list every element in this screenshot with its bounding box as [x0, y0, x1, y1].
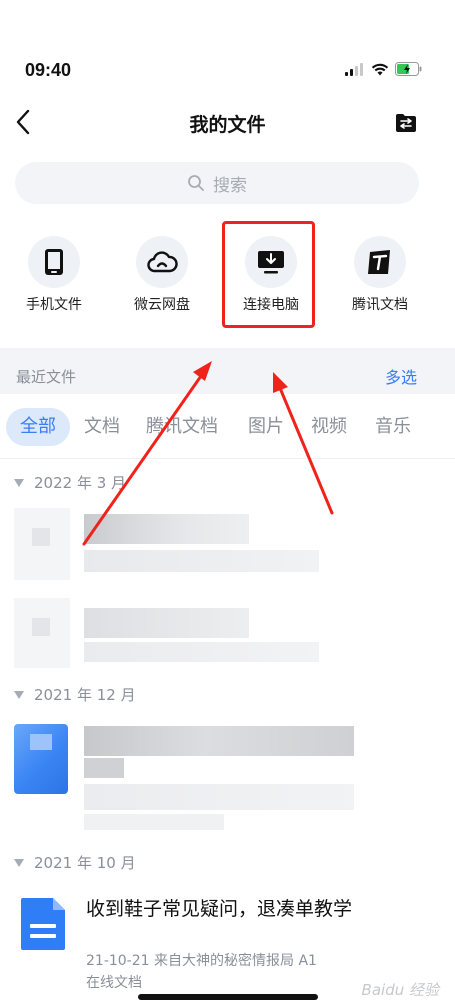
quick-weiyun[interactable]: 微云网盘 — [112, 236, 212, 314]
page-title: 我的文件 — [189, 114, 266, 136]
quick-label: 手机文件 — [26, 297, 82, 313]
multi-select-button[interactable]: 多选 — [385, 364, 417, 388]
quick-label: 腾讯文档 — [352, 297, 408, 313]
group-label: 2021 年 12 月 — [34, 686, 136, 704]
collapse-triangle-icon — [14, 858, 24, 867]
list-item[interactable] — [0, 598, 455, 668]
phone-icon — [45, 249, 63, 275]
group-header: 2021 年 12 月 — [14, 684, 136, 705]
group-header: 2021 年 10 月 — [14, 852, 136, 873]
status-bar: 09:40 — [0, 0, 455, 100]
file-meta: 21-10-21 来自大神的秘密情报局 A1 — [86, 953, 317, 969]
highlight-box — [222, 221, 315, 328]
file-title: 收到鞋子常见疑问，退凑单教学 — [86, 898, 353, 920]
quick-phone-files[interactable]: 手机文件 — [4, 236, 104, 314]
tab-music[interactable]: 音乐 — [375, 408, 411, 446]
status-icons — [345, 62, 423, 76]
search-icon — [188, 175, 204, 191]
tab-images[interactable]: 图片 — [248, 408, 284, 446]
tab-videos[interactable]: 视频 — [311, 408, 347, 446]
battery-charging-icon — [395, 62, 422, 76]
tab-all[interactable]: 全部 — [6, 408, 70, 446]
tab-tencent-docs[interactable]: 腾讯文档 — [146, 408, 218, 446]
collapse-triangle-icon — [14, 690, 24, 699]
quick-label: 微云网盘 — [134, 297, 190, 313]
search-placeholder: 搜索 — [213, 175, 247, 196]
signal-icon — [345, 62, 363, 76]
group-label: 2021 年 10 月 — [34, 854, 136, 872]
quick-tencent-docs[interactable]: 腾讯文档 — [330, 236, 430, 314]
tab-documents[interactable]: 文档 — [84, 408, 120, 446]
group-header: 2022 年 3 月 — [14, 472, 126, 493]
divider — [0, 458, 455, 459]
recent-files-title: 最近文件 — [16, 368, 77, 386]
recent-files-header: 最近文件 多选 — [0, 348, 455, 394]
watermark: Baidu 经验 — [361, 981, 439, 999]
group-label: 2022 年 3 月 — [34, 474, 127, 492]
tencent-docs-icon — [368, 250, 390, 274]
list-item[interactable] — [0, 508, 455, 580]
home-indicator — [138, 994, 318, 1000]
status-time: 09:40 — [25, 60, 72, 80]
cloud-icon — [147, 251, 178, 273]
collapse-triangle-icon — [14, 478, 24, 487]
wifi-icon — [371, 63, 389, 75]
folder-switch-icon[interactable] — [395, 112, 417, 134]
file-type: 在线文档 — [86, 975, 142, 991]
list-item[interactable] — [0, 722, 455, 834]
filter-tabs: 全部 文档 腾讯文档 图片 视频 音乐 — [0, 404, 455, 446]
document-icon — [21, 898, 65, 950]
nav-bar: 我的文件 — [0, 100, 455, 146]
search-input[interactable]: 搜索 — [15, 162, 419, 204]
